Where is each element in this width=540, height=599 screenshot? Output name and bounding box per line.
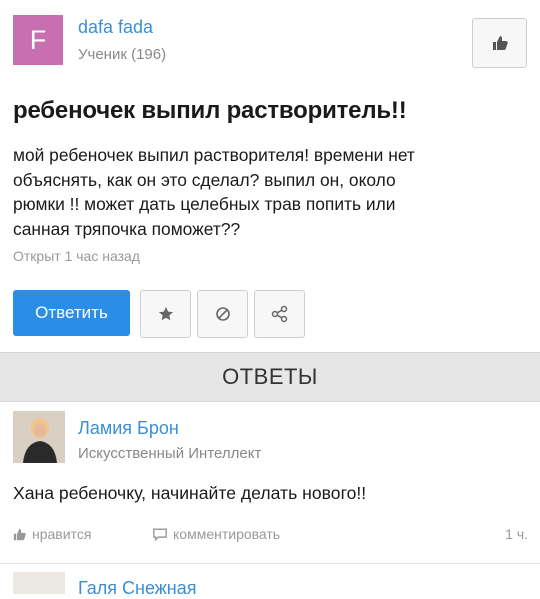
answer-item: Ламия Брон Искусственный Интеллект Хана …: [0, 401, 540, 561]
author-avatar[interactable]: F: [13, 15, 63, 65]
answer-time: 1 ч.: [505, 526, 528, 542]
star-icon: [158, 307, 173, 321]
question-body: мой ребеночек выпил растворителя! времен…: [13, 143, 523, 241]
answer-author-name[interactable]: Ламия Брон: [78, 418, 179, 439]
favorite-button[interactable]: [140, 290, 191, 338]
question-body-line: объяснять, как он это сделал? выпил он, …: [13, 169, 396, 190]
share-button[interactable]: [254, 290, 305, 338]
block-icon: [215, 307, 230, 321]
comment-icon: [153, 528, 167, 541]
answer-time-label: 1 ч.: [505, 526, 528, 542]
question-card: F dafa fada Ученик (196) ребеночек выпил…: [0, 0, 540, 350]
like-answer-button[interactable]: нравится: [13, 526, 91, 542]
question-title: ребеночек выпил растворитель!!: [13, 97, 407, 124]
answer-author-avatar[interactable]: [13, 411, 65, 463]
question-body-line: мой ребеночек выпил растворителя! времен…: [13, 145, 415, 165]
question-time: Открыт 1 час назад: [13, 248, 140, 264]
share-icon: [271, 305, 287, 323]
thumbs-up-icon: [492, 36, 508, 50]
answers-section-header: ОТВЕТЫ: [0, 352, 540, 402]
thumbs-up-icon: [13, 528, 26, 540]
author-rank: Ученик (196): [78, 46, 167, 63]
report-button[interactable]: [197, 290, 248, 338]
next-answer-item: Галя Снежная: [0, 563, 540, 598]
answer-author-rank: Искусственный Интеллект: [78, 445, 262, 462]
comment-button[interactable]: комментировать: [153, 526, 280, 542]
answer-actions: нравится комментировать 1 ч.: [13, 526, 528, 546]
question-body-line: рюмки !! может дать целебных трав попить…: [13, 194, 396, 215]
comment-label: комментировать: [173, 526, 281, 542]
avatar-photo: [13, 411, 65, 463]
answer-text: Хана ребеночку, начинайте делать нового!…: [13, 483, 367, 503]
answer-button[interactable]: Ответить: [13, 290, 130, 336]
question-body-line: санная тряпочка поможет??: [13, 218, 241, 239]
like-label: нравится: [32, 526, 92, 542]
next-answer-avatar[interactable]: [13, 572, 65, 594]
next-answer-author-name[interactable]: Галя Снежная: [78, 578, 197, 599]
like-question-button[interactable]: [472, 18, 527, 68]
author-name[interactable]: dafa fada: [78, 17, 153, 38]
author-initial: F: [29, 24, 47, 55]
